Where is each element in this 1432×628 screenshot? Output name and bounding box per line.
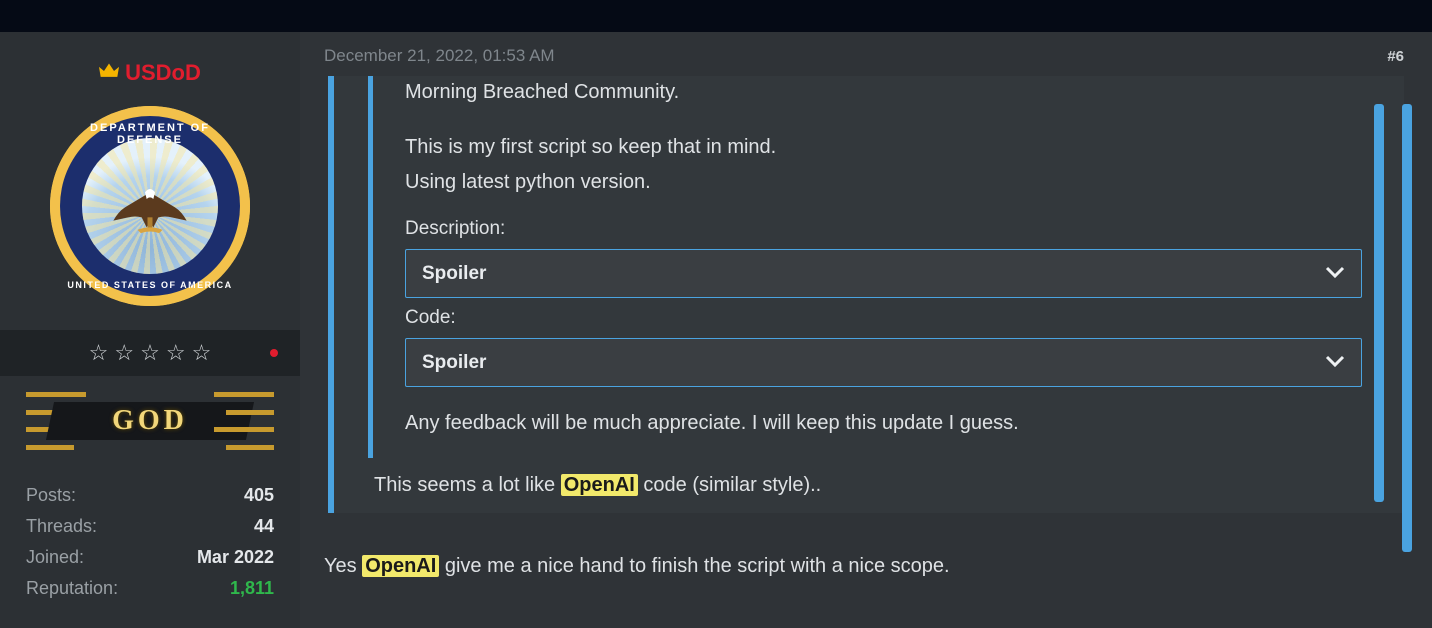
highlight: OpenAI [561, 474, 638, 496]
username-row[interactable]: USDoD [99, 60, 201, 86]
user-stats: Posts: 405 Threads: 44 Joined: Mar 2022 … [0, 480, 300, 604]
stat-value[interactable]: 405 [244, 485, 274, 506]
star-icon: ☆ [89, 340, 109, 366]
stat-label: Posts: [26, 485, 76, 506]
stat-label: Joined: [26, 547, 84, 568]
eagle-icon [105, 184, 195, 234]
code-label: Code: [405, 304, 1362, 332]
post-answer: Yes OpenAI give me a nice hand to finish… [324, 555, 1404, 578]
quote-outer: Morning Breached Community. This is my f… [328, 76, 1404, 513]
quote-line: Any feedback will be much appreciate. I … [405, 409, 1362, 438]
status-dot-icon [270, 349, 278, 357]
stat-value[interactable]: 44 [254, 516, 274, 537]
quote-inner: Morning Breached Community. This is my f… [368, 76, 1384, 458]
post-timestamp[interactable]: December 21, 2022, 01:53 AM [324, 46, 555, 66]
quote-line: This is my first script so keep that in … [405, 133, 1362, 162]
text: This seems a lot like [374, 474, 561, 496]
post-body: December 21, 2022, 01:53 AM #6 Morning B… [300, 32, 1432, 628]
text: give me a nice hand to finish the script… [439, 555, 949, 577]
stat-posts: Posts: 405 [26, 480, 274, 511]
spoiler-label: Spoiler [422, 260, 486, 288]
quote-line: Morning Breached Community. [405, 78, 1362, 107]
username: USDoD [125, 60, 201, 86]
rank-label: GOD [112, 405, 188, 437]
quote-line: Using latest python version. [405, 168, 1362, 197]
quoted-reply: This seems a lot like OpenAI code (simil… [374, 474, 1384, 497]
star-icon: ☆ [192, 340, 212, 366]
post-number[interactable]: #6 [1387, 48, 1404, 65]
stat-value[interactable]: 1,811 [230, 578, 274, 599]
rank-banner: GOD [30, 386, 270, 456]
chevron-down-icon [1325, 260, 1345, 288]
quote-scrollbar[interactable] [1402, 104, 1412, 552]
stat-label: Reputation: [26, 578, 118, 599]
stat-label: Threads: [26, 516, 97, 537]
star-icon: ☆ [140, 340, 160, 366]
stat-reputation: Reputation: 1,811 [26, 573, 274, 604]
text: code (similar style).. [638, 474, 821, 496]
top-bar [0, 0, 1432, 32]
description-label: Description: [405, 215, 1362, 243]
forum-post: USDoD DEPARTMENT OF DEFENSE UNITED STATE… [0, 32, 1432, 628]
post-header: December 21, 2022, 01:53 AM #6 [324, 46, 1404, 66]
highlight: OpenAI [362, 555, 439, 577]
crown-icon [99, 62, 119, 85]
avatar[interactable]: DEPARTMENT OF DEFENSE UNITED STATES OF A… [50, 106, 250, 306]
star-icon: ☆ [114, 340, 134, 366]
spoiler-code[interactable]: Spoiler [405, 338, 1362, 388]
chevron-down-icon [1325, 349, 1345, 377]
text: Yes [324, 555, 362, 577]
spoiler-description[interactable]: Spoiler [405, 249, 1362, 299]
spoiler-label: Spoiler [422, 349, 486, 377]
rating-stars[interactable]: ☆ ☆ ☆ ☆ ☆ [0, 330, 300, 376]
stat-joined: Joined: Mar 2022 [26, 542, 274, 573]
stat-threads: Threads: 44 [26, 511, 274, 542]
stat-value: Mar 2022 [197, 547, 274, 568]
user-sidebar: USDoD DEPARTMENT OF DEFENSE UNITED STATE… [0, 32, 300, 628]
star-icon: ☆ [166, 340, 186, 366]
quote-scrollbar[interactable] [1374, 104, 1384, 502]
